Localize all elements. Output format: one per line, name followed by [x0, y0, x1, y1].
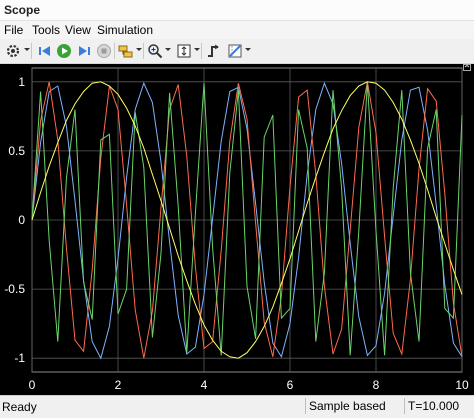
settings-icon[interactable]: [4, 42, 22, 60]
x-tick-label: 4: [201, 378, 208, 392]
highlight-dropdown-icon[interactable]: [136, 48, 142, 51]
toolbar-separator: [114, 43, 115, 59]
cursor-measurements-icon[interactable]: [226, 42, 244, 60]
fit-axes-icon[interactable]: [175, 42, 193, 60]
window-title: Scope: [4, 3, 41, 17]
menu-file[interactable]: File: [4, 23, 23, 37]
zoom-icon[interactable]: [146, 42, 164, 60]
menu-tools[interactable]: Tools: [32, 23, 60, 37]
menu-bar: File Tools View Simulation: [0, 21, 474, 39]
y-tick-label: 0.5: [8, 144, 25, 158]
x-tick-label: 10: [455, 378, 469, 392]
menu-simulation[interactable]: Simulation: [97, 23, 153, 37]
triggers-icon[interactable]: [205, 42, 223, 60]
y-tick-label: 1: [18, 75, 25, 89]
x-tick-label: 6: [287, 378, 294, 392]
scope-display[interactable]: 0 2 4 6 8 10 1 0.5 0 -0.5 -1: [0, 64, 474, 395]
status-sim-time: T=10.000: [404, 398, 474, 414]
highlight-block-icon[interactable]: [117, 42, 135, 60]
undock-icon[interactable]: [463, 64, 471, 71]
toolbar: [0, 39, 474, 64]
scope-plot[interactable]: 0 2 4 6 8 10 1 0.5 0 -0.5 -1: [0, 64, 474, 395]
cursor-dropdown-icon[interactable]: [245, 48, 251, 51]
stop-icon[interactable]: [95, 42, 113, 60]
x-tick-label: 8: [373, 378, 380, 392]
settings-dropdown-icon[interactable]: [24, 48, 30, 51]
status-ready: Ready: [2, 400, 37, 414]
zoom-dropdown-icon[interactable]: [165, 48, 171, 51]
step-back-icon[interactable]: [36, 42, 54, 60]
toolbar-separator: [31, 43, 32, 59]
title-bar: Scope: [0, 0, 474, 21]
step-forward-icon[interactable]: [75, 42, 93, 60]
x-tick-label: 0: [29, 378, 36, 392]
status-bar: Ready Sample based T=10.000: [0, 395, 474, 418]
toolbar-separator: [201, 43, 202, 59]
toolbar-separator: [143, 43, 144, 59]
run-icon[interactable]: [55, 42, 73, 60]
fit-axes-dropdown-icon[interactable]: [194, 48, 200, 51]
y-tick-label: 0: [18, 213, 25, 227]
y-tick-label: -0.5: [4, 282, 25, 296]
status-sample-mode: Sample based: [305, 398, 405, 414]
y-tick-label: -1: [14, 351, 25, 365]
menu-view[interactable]: View: [65, 23, 91, 37]
x-tick-label: 2: [115, 378, 122, 392]
